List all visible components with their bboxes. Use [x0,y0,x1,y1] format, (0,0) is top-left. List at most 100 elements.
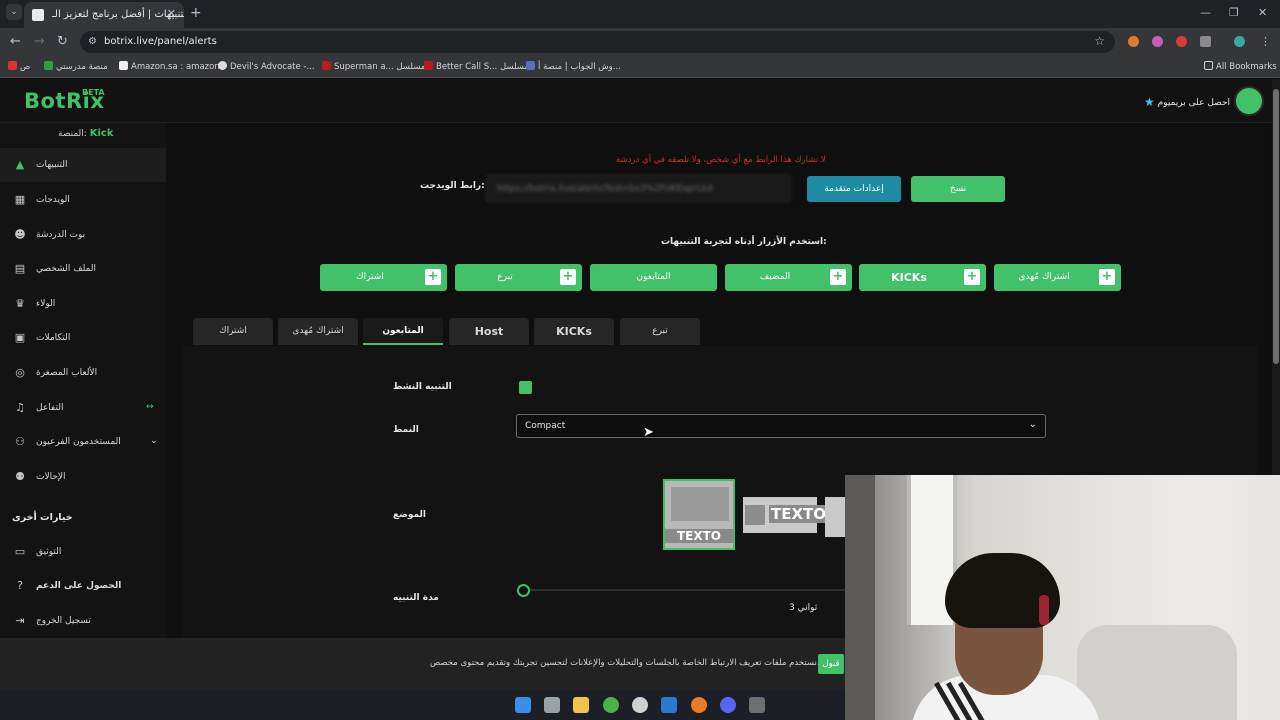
sidebar-item-support[interactable]: ? الحصول على الدعم [0,569,166,603]
discord-icon[interactable] [720,697,736,713]
link-warning: لا تشارك هذا الرابط مع أي شخص، ولا تلصقه… [616,155,826,165]
plus-icon: + [1099,269,1115,285]
style-label: النمط [393,425,419,435]
bookmark-item[interactable]: وش الجواب | منصة أ... [526,61,621,72]
plus-icon: + [964,269,980,285]
back-icon[interactable]: ← [10,34,21,49]
bookmark-item[interactable]: Devil's Advocate -... [218,61,315,72]
duration-slider-track[interactable] [520,589,850,591]
test-donation-button[interactable]: تبرع + [455,264,582,291]
menu-icon[interactable]: ⋮ [1260,35,1271,48]
tab-gifted-sub[interactable]: اشتراك مُهدى [278,318,358,345]
bookmark-item[interactable]: ص [8,61,30,72]
maximize-icon[interactable]: ❐ [1229,6,1239,19]
test-gifted-sub-button[interactable]: اشتراك مُهدى + [994,264,1121,291]
gamepad-icon: ◎ [15,366,25,379]
sidebar-item-subusers[interactable]: ⚇ المستخدمون الفرعيون ⌄ [0,425,166,459]
sidebar-item-minigames[interactable]: ◎ الألعاب المصغرة [0,356,166,390]
logout-icon: ⇥ [15,614,25,627]
tab-search-button[interactable]: ⌄ [6,4,22,20]
star-icon: ★ [1144,95,1155,109]
sidebar-item-docs[interactable]: ▭ التوثيق [0,535,166,569]
test-kicks-button[interactable]: KICKs + [859,264,986,291]
app-icon[interactable] [632,697,648,713]
sidebar-item-alerts[interactable]: ▲ التنبيهات [0,148,166,182]
new-tab-button[interactable]: + [190,5,202,21]
copy-button[interactable]: نسخ [911,176,1005,202]
extension-icon[interactable] [1176,36,1187,47]
robot-icon: ☻ [14,228,26,241]
address-bar[interactable]: ⚙ botrix.live/panel/alerts ☆ [80,31,1115,53]
all-bookmarks[interactable]: All Bookmarks [1204,61,1277,72]
chevron-down-icon: ⌄ [150,436,158,446]
minimize-icon[interactable]: — [1200,6,1211,19]
bookmark-star-icon[interactable]: ☆ [1094,34,1105,48]
bookmark-item[interactable]: Amazon.sa : amazon [119,61,220,72]
close-window-icon[interactable]: ✕ [1258,6,1267,19]
webcam-overlay [845,475,1280,720]
sidebar-item-widgets[interactable]: ▦ الويدجات [0,183,166,217]
sidebar-item-profile[interactable]: ▤ الملف الشخصي [0,252,166,286]
sidebar-item-loyalty[interactable]: ♛ الولاء [0,287,166,321]
test-hint: استخدم الأزرار أدناه لتجربة التنبيهات: [661,237,827,247]
active-alert-label: التنبيه النشط [393,382,452,392]
sidebar-item-integrations[interactable]: ▣ التكاملات [0,321,166,355]
tab-donation[interactable]: تبرع [620,318,700,345]
tab-host[interactable]: Host [449,318,529,345]
extension-icon[interactable] [1152,36,1163,47]
reload-icon[interactable]: ↻ [57,34,68,49]
tab-kicks[interactable]: KICKs [534,318,614,345]
test-subscribe-button[interactable]: اشتراك + [320,264,447,291]
chrome-icon[interactable] [603,697,619,713]
plus-icon: + [830,269,846,285]
tab-subscribe[interactable]: اشتراك [193,318,273,345]
active-alert-checkbox[interactable] [519,381,532,394]
bookmark-item[interactable]: منصة مدرستي [44,61,108,72]
app-header: BotRix BETA ★ احصل على بريميوم [0,79,1280,123]
position-option-partial[interactable] [825,497,847,537]
position-option-stacked[interactable]: TEXTO [663,479,735,550]
widget-url-field[interactable]: https://botrix.live/alerts?bid=bx3%2FoKE… [486,175,791,202]
plus-icon: + [425,269,441,285]
test-host-button[interactable]: المضيف + [725,264,852,291]
tab-title: التنبيهات | أفضل برنامج لتعزيز الـ [52,9,184,20]
warning-icon: ▲ [15,158,25,171]
sidebar-item-chatbot[interactable]: ☻ بوت الدردشة [0,218,166,252]
profile-icon[interactable] [1234,36,1245,47]
start-icon[interactable] [515,697,531,713]
bookmark-item[interactable]: Superman a... مسلسل [322,61,425,72]
app-icon[interactable] [661,697,677,713]
close-tab-icon[interactable]: ✕ [167,7,176,20]
help-icon: ? [17,579,23,592]
forward-icon[interactable]: → [34,34,45,49]
cookie-text: نستخدم ملفات تعريف الارتباط الخاصة بالجل… [430,658,820,668]
browser-tab[interactable]: التنبيهات | أفضل برنامج لتعزيز الـ ✕ [24,2,184,28]
browser-toolbar: ← → ↻ ⚙ botrix.live/panel/alerts ☆ ⋮ [0,28,1280,56]
extension-icon[interactable] [1128,36,1139,47]
position-option-side[interactable]: TEXTO [743,497,829,533]
new-indicator-icon: ↔ [146,402,154,412]
premium-link[interactable]: ★ احصل على بريميوم [1144,95,1230,109]
docs-icon: ▭ [14,545,26,558]
app-icon[interactable] [749,697,765,713]
cookie-accept-button[interactable]: قبول [818,654,844,674]
sidebar-item-logout[interactable]: ⇥ تسجيل الخروج [0,604,166,638]
bookmark-item[interactable]: Better Call S... مسلسل [424,61,529,72]
style-select[interactable]: Compact ⌄ [516,414,1046,438]
advanced-settings-button[interactable]: إعدادات متقدمة [807,176,901,202]
test-followers-button[interactable]: المتابعون [590,264,717,291]
task-view-icon[interactable] [544,697,560,713]
blender-icon[interactable] [691,697,707,713]
file-explorer-icon[interactable] [573,697,589,713]
extensions-puzzle-icon[interactable] [1200,36,1211,47]
sidebar-item-interaction[interactable]: ♫ التفاعل ↔ [0,391,166,425]
position-label: الموضع [393,510,426,520]
platform-indicator: المنصة: Kick [58,128,114,139]
avatar[interactable] [1234,86,1264,116]
sidebar-item-referrals[interactable]: ⚉ الإحالات [0,460,166,494]
widgets-icon: ▦ [14,193,26,206]
other-options-heading: خيارات أخرى [12,512,73,523]
site-info-icon[interactable]: ⚙ [88,36,97,47]
tab-followers[interactable]: المتابعون [363,318,443,345]
duration-slider-handle[interactable] [517,584,530,597]
